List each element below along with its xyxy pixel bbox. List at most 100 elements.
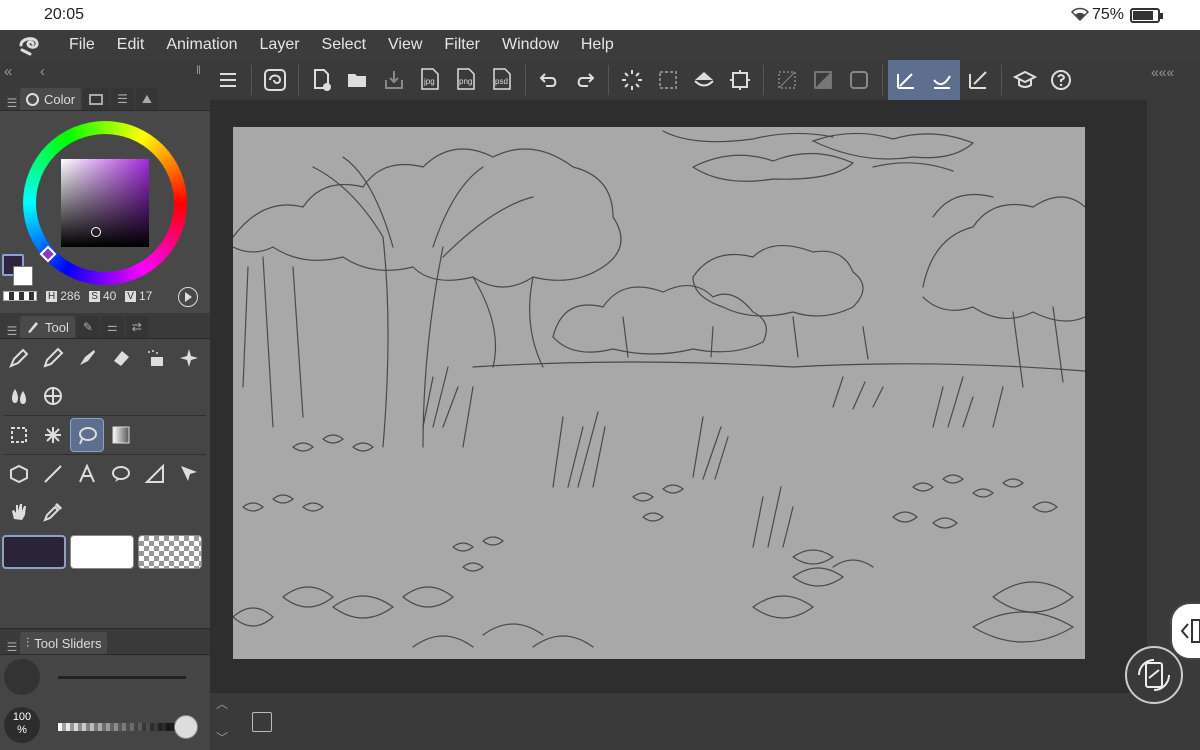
line-tool-icon[interactable] xyxy=(36,457,70,491)
ruler-tool-icon[interactable] xyxy=(138,457,172,491)
save-icon[interactable] xyxy=(376,60,412,100)
drawing-canvas[interactable] xyxy=(233,127,1085,659)
tab-tool[interactable]: Tool xyxy=(20,316,75,338)
tab-color-set[interactable] xyxy=(83,88,110,110)
undo-icon[interactable] xyxy=(531,60,567,100)
lasso-tool-icon[interactable] xyxy=(70,418,104,452)
balloon-tool-icon[interactable] xyxy=(104,457,138,491)
canvas-rotate-button[interactable] xyxy=(1125,646,1183,704)
back-arrow-icon[interactable]: ‹ xyxy=(40,63,45,80)
panel-menu-icon[interactable]: ☰ xyxy=(4,640,20,654)
play-icon[interactable] xyxy=(178,287,198,307)
clear-outside-icon[interactable] xyxy=(769,60,805,100)
auto-select-tool-icon[interactable] xyxy=(36,418,70,452)
menu-edit[interactable]: Edit xyxy=(106,30,156,60)
eyedropper-tool-icon[interactable] xyxy=(36,495,70,529)
h-value: 286 xyxy=(60,289,81,303)
panel-menu-icon[interactable]: ☰ xyxy=(4,96,20,110)
scroll-up-icon[interactable]: ︿ xyxy=(216,695,228,712)
airbrush-tool-icon[interactable] xyxy=(138,341,172,375)
tab-tool-label: Tool xyxy=(45,319,69,335)
tab-intermediate-color[interactable]: ☰ xyxy=(111,88,134,110)
svg-text:jpg: jpg xyxy=(423,77,435,86)
s-key: S xyxy=(89,290,100,302)
convert-selection-icon[interactable] xyxy=(841,60,877,100)
fill-bucket-icon[interactable] xyxy=(686,60,722,100)
clock: 20:05 xyxy=(44,6,85,23)
menu-view[interactable]: View xyxy=(377,30,433,60)
opacity-value: 100 xyxy=(12,711,32,723)
export-jpg-icon[interactable]: jpg xyxy=(412,60,448,100)
redo-icon[interactable] xyxy=(567,60,603,100)
blend-tool-icon[interactable] xyxy=(2,379,36,413)
text-tool-icon[interactable] xyxy=(70,457,104,491)
scroll-down-icon[interactable]: ﹀ xyxy=(216,729,228,746)
hand-tool-icon[interactable] xyxy=(2,495,36,529)
help-icon[interactable] xyxy=(1043,60,1079,100)
opacity-unit: % xyxy=(17,724,27,736)
status-bar: 20:05 75% xyxy=(0,0,1200,30)
menu-window[interactable]: Window xyxy=(491,30,570,60)
menu-layer[interactable]: Layer xyxy=(249,30,311,60)
tab-tool-property[interactable]: ⚌ xyxy=(100,316,124,338)
tutorial-icon[interactable] xyxy=(1007,60,1043,100)
selection-tool-icon[interactable] xyxy=(2,418,36,452)
fill-tool-icon[interactable] xyxy=(36,379,70,413)
snap-special-ruler-icon[interactable] xyxy=(924,60,960,100)
opacity-slider[interactable] xyxy=(58,723,186,731)
invert-selection-icon[interactable] xyxy=(805,60,841,100)
tab-brush-size[interactable]: ⇄ xyxy=(125,316,148,338)
operation-tool-icon[interactable] xyxy=(172,457,206,491)
grip-icon[interactable]: ‖ xyxy=(196,63,201,77)
panel-menu-icon[interactable]: ☰ xyxy=(4,324,20,338)
transparent-color-chip[interactable] xyxy=(138,535,202,569)
command-bar: jpg png psd xyxy=(210,60,1147,100)
menu-icon[interactable] xyxy=(210,60,246,100)
sub-color-swatch[interactable] xyxy=(13,266,33,286)
transparent-color-swatch[interactable] xyxy=(3,291,37,301)
snap-grid-icon[interactable] xyxy=(960,60,996,100)
expand-panel-icon[interactable]: « « « xyxy=(1151,64,1174,80)
opacity-slider-knob[interactable] xyxy=(174,715,198,739)
sv-cursor[interactable] xyxy=(91,227,101,237)
color-panel-tabs: ☰ Color ☰ ⛰ xyxy=(0,85,210,111)
tab-color[interactable]: Color xyxy=(20,88,82,110)
tab-sub-tool[interactable]: ✎ xyxy=(76,316,99,338)
3d-object-tool-icon[interactable] xyxy=(2,457,36,491)
tab-tool-sliders[interactable]: ⫶ Tool Sliders xyxy=(20,632,108,654)
pen-tool-icon[interactable] xyxy=(2,341,36,375)
brush-tool-icon[interactable] xyxy=(70,341,104,375)
opacity-readout: 100 % xyxy=(4,707,40,743)
tab-color-history[interactable]: ⛰ xyxy=(135,88,158,110)
transform-icon[interactable] xyxy=(722,60,758,100)
new-file-icon[interactable] xyxy=(304,60,340,100)
loading-icon[interactable] xyxy=(614,60,650,100)
layer-menu-icon[interactable] xyxy=(252,712,272,732)
clip-studio-icon[interactable] xyxy=(257,60,293,100)
app-logo-icon[interactable] xyxy=(0,30,58,60)
saturation-value-square[interactable] xyxy=(61,159,149,247)
brush-size-slider[interactable] xyxy=(58,676,186,679)
open-folder-icon[interactable] xyxy=(340,60,376,100)
main-color-chip[interactable] xyxy=(2,535,66,569)
tool-panel-tabs: ☰ Tool ✎ ⚌ ⇄ xyxy=(0,313,210,339)
battery-percent: 75% xyxy=(1091,6,1124,23)
decoration-tool-icon[interactable] xyxy=(172,341,206,375)
export-psd-icon[interactable]: psd xyxy=(484,60,520,100)
menu-help[interactable]: Help xyxy=(570,30,625,60)
eraser-tool-icon[interactable] xyxy=(104,341,138,375)
landscape-icon: ⛰ xyxy=(141,91,152,106)
menu-animation[interactable]: Animation xyxy=(155,30,248,60)
collapse-panel-icon[interactable]: « xyxy=(4,63,12,80)
menu-select[interactable]: Select xyxy=(311,30,377,60)
v-value: 17 xyxy=(138,289,153,303)
canvas-workspace[interactable] xyxy=(210,100,1147,693)
gradient-tool-icon[interactable] xyxy=(104,418,138,452)
deselect-icon[interactable] xyxy=(650,60,686,100)
export-png-icon[interactable]: png xyxy=(448,60,484,100)
menu-file[interactable]: File xyxy=(58,30,106,60)
sub-color-chip[interactable] xyxy=(70,535,134,569)
menu-filter[interactable]: Filter xyxy=(433,30,491,60)
snap-ruler-icon[interactable] xyxy=(888,60,924,100)
pencil-tool-icon[interactable] xyxy=(36,341,70,375)
